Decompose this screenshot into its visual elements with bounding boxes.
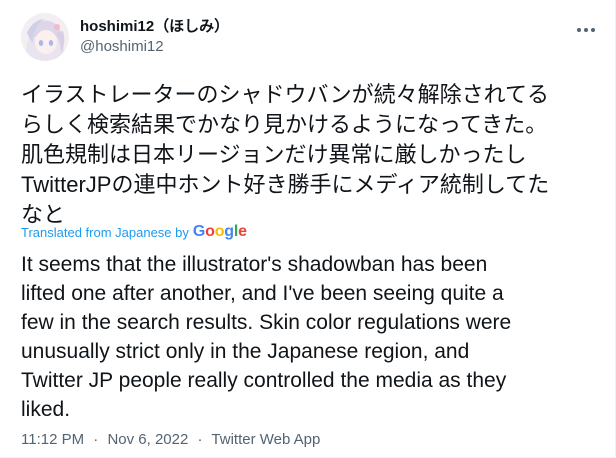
google-logo-letter: e bbox=[238, 223, 247, 240]
google-logo-letter: o bbox=[214, 223, 225, 240]
more-options-button[interactable] bbox=[571, 18, 601, 42]
tweet-time[interactable]: 11:12 PM bbox=[21, 431, 84, 448]
tweet-source[interactable]: Twitter Web App bbox=[211, 431, 320, 448]
tweet-date[interactable]: Nov 6, 2022 bbox=[107, 431, 188, 448]
original-line: らしく検索結果でかなり見かけるようになってきた。 bbox=[21, 112, 548, 137]
tweet-card: hoshimi12（ほしみ） @hoshimi12 イラストレーターのシャドウバ… bbox=[0, 0, 616, 458]
original-line: TwitterJPの連中ホント好き勝手にメディア統制してた bbox=[21, 172, 550, 197]
tweet-translation: It seems that the illustrator's shadowba… bbox=[21, 250, 606, 424]
google-logo-letter: G bbox=[192, 223, 206, 240]
translated-from-link[interactable]: Translated from Japanese by bbox=[21, 225, 189, 240]
tweet-meta: 11:12 PM · Nov 6, 2022 · Twitter Web App bbox=[21, 430, 320, 450]
original-line: 肌色規制は日本リージョンだけ異常に厳しかったし bbox=[21, 142, 527, 167]
translation-attribution: Translated from Japanese by Google bbox=[21, 222, 247, 242]
translation-line: liked. bbox=[21, 398, 71, 421]
translation-line: Twitter JP people really controlled the … bbox=[21, 369, 507, 392]
tweet-original-text: イラストレーターのシャドウバンが続々解除されてる らしく検索結果でかなり見かける… bbox=[21, 80, 601, 230]
more-dots-icon bbox=[577, 28, 595, 32]
meta-separator: · bbox=[197, 431, 203, 448]
original-line: イラストレーターのシャドウバンが続々解除されてる bbox=[21, 82, 550, 107]
translation-line: It seems that the illustrator's shadowba… bbox=[21, 253, 488, 276]
translation-line: few in the search results. Skin color re… bbox=[21, 311, 512, 334]
meta-separator: · bbox=[93, 431, 99, 448]
google-logo-letter: g bbox=[224, 223, 234, 240]
tweet-header: hoshimi12（ほしみ） @hoshimi12 bbox=[21, 12, 229, 62]
author-display-name[interactable]: hoshimi12（ほしみ） bbox=[80, 17, 229, 37]
google-logo[interactable]: Google bbox=[193, 222, 247, 242]
author-handle[interactable]: @hoshimi12 bbox=[80, 37, 229, 57]
google-logo-letter: o bbox=[205, 223, 215, 240]
avatar-image bbox=[21, 13, 69, 61]
avatar[interactable] bbox=[21, 13, 69, 61]
author-names: hoshimi12（ほしみ） @hoshimi12 bbox=[80, 17, 229, 57]
translation-line: lifted one after another, and I've been … bbox=[21, 282, 504, 305]
translation-line: unusually strict only in the Japanese re… bbox=[21, 340, 470, 363]
